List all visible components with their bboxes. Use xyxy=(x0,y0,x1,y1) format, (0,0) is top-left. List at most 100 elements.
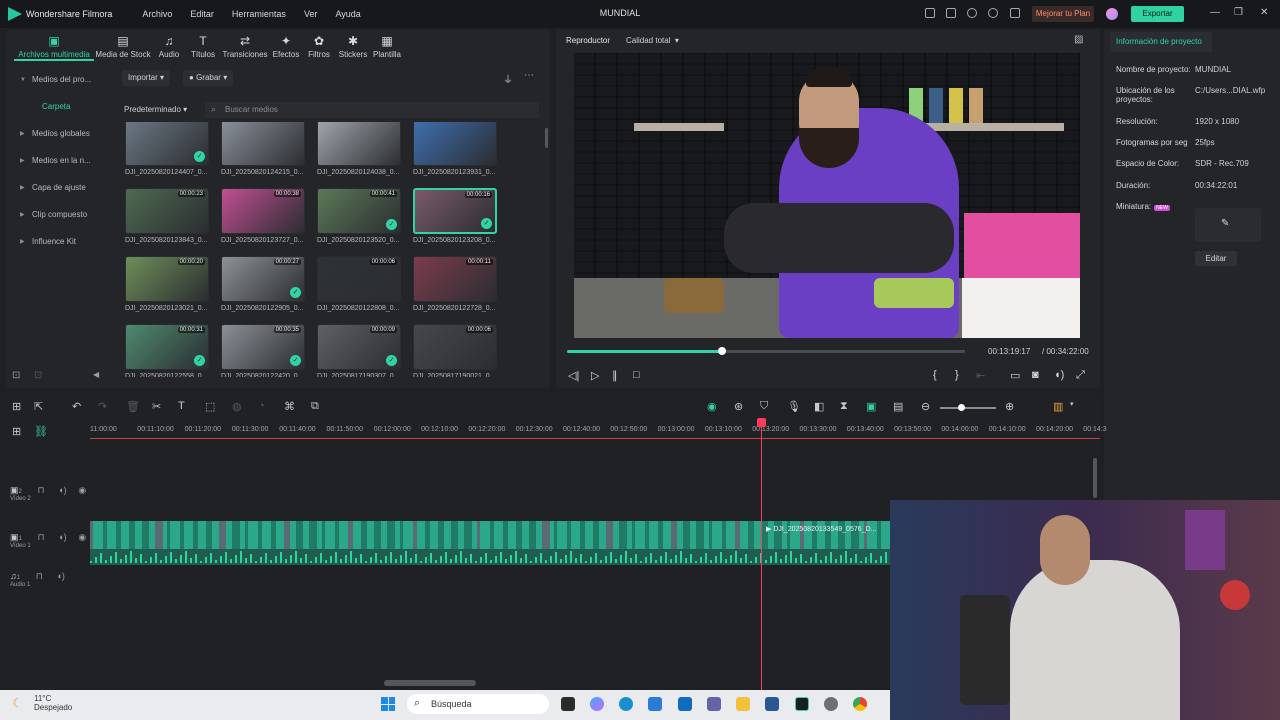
volume-icon[interactable]: ◖) xyxy=(1054,369,1064,381)
insert-icon[interactable]: ⇤ xyxy=(976,369,985,382)
sidebar-item-capa-ajuste[interactable]: ▶ Capa de ajuste xyxy=(12,176,102,203)
video-clip[interactable] xyxy=(386,521,395,549)
render-icon[interactable]: ◉ xyxy=(707,400,717,413)
record-button[interactable]: ● Grabar ▾ xyxy=(183,70,234,86)
video-clip[interactable] xyxy=(167,521,171,549)
media-thumbnail[interactable]: 00:00:06 DJI_20250820122808_0... xyxy=(317,256,401,312)
video-clip[interactable] xyxy=(128,521,135,549)
track-layout-icon[interactable]: ▥ xyxy=(1053,400,1063,413)
video-clip[interactable] xyxy=(554,521,558,549)
sidebar-item-clip-compuesto[interactable]: ▶ Clip compuesto xyxy=(12,203,102,230)
import-button[interactable]: Importar ▾ xyxy=(122,70,171,86)
media-thumbnail[interactable]: 00:00:31 ✓ DJI_20250820122558_0... xyxy=(125,324,209,377)
crop-icon[interactable]: ⬚ xyxy=(205,400,215,413)
play-icon[interactable]: ▷ xyxy=(591,369,599,382)
tab-titulos[interactable]: T Títulos xyxy=(186,32,220,61)
media-thumbnail[interactable]: 00:00:35 ✓ DJI_20250820122420_0... xyxy=(221,324,305,377)
video-clip[interactable] xyxy=(657,521,663,549)
cloud-icon[interactable] xyxy=(967,8,977,18)
save-icon[interactable] xyxy=(946,8,956,18)
video-clip[interactable] xyxy=(670,521,677,549)
video-clip[interactable] xyxy=(696,521,705,549)
video-clip[interactable] xyxy=(322,521,326,549)
video-clip[interactable] xyxy=(373,521,381,549)
mic-icon[interactable]: 🎙 xyxy=(787,400,801,413)
mute-icon[interactable]: ◖) xyxy=(58,532,66,542)
filmora-taskbar-icon[interactable] xyxy=(795,697,809,711)
support-icon[interactable] xyxy=(988,8,998,18)
avatar[interactable] xyxy=(1106,8,1118,20)
export-button[interactable]: Exportar xyxy=(1131,6,1184,22)
windows-start-icon[interactable] xyxy=(381,697,395,711)
chevron-down-icon[interactable]: ▾ xyxy=(1070,400,1074,408)
apps-icon[interactable] xyxy=(1010,8,1020,18)
store-icon[interactable] xyxy=(648,697,662,711)
zoom-in-icon[interactable]: ⊕ xyxy=(1005,400,1014,413)
teams-icon[interactable] xyxy=(707,697,721,711)
sidebar-item-medios-nube[interactable]: ▶ Medios en la n... xyxy=(12,149,102,176)
video-clip[interactable] xyxy=(747,521,754,549)
color-icon[interactable]: ◍ xyxy=(232,400,242,413)
playhead[interactable] xyxy=(761,420,762,690)
mute-icon[interactable]: ◖) xyxy=(58,485,66,495)
auto-icon[interactable]: ▣ xyxy=(866,400,876,413)
playhead-handle[interactable] xyxy=(757,418,766,427)
more-icon[interactable]: ⋯ xyxy=(524,70,534,81)
media-scrollbar[interactable] xyxy=(545,128,548,148)
voiceover-icon[interactable]: ◧ xyxy=(814,400,824,413)
video-preview[interactable] xyxy=(574,53,1080,338)
eye-icon[interactable]: ◉ xyxy=(78,485,86,495)
video-clip[interactable] xyxy=(425,521,431,549)
video-clip[interactable] xyxy=(515,521,522,549)
link-icon[interactable]: ⛓ xyxy=(34,425,48,438)
video-clip[interactable] xyxy=(90,521,93,549)
video-clip[interactable] xyxy=(270,521,276,549)
video-clip[interactable] xyxy=(348,521,353,549)
video-clip[interactable] xyxy=(399,521,403,549)
snap-icon[interactable]: ⊛ xyxy=(734,400,743,413)
layout-grid-icon[interactable]: ⊞ xyxy=(12,400,21,413)
video-clip[interactable] xyxy=(722,521,727,549)
menu-ayuda[interactable]: Ayuda xyxy=(335,9,360,19)
zoom-out-icon[interactable]: ⊖ xyxy=(921,400,930,413)
undo-icon[interactable]: ↶ xyxy=(72,400,81,413)
maximize-icon[interactable]: ❐ xyxy=(1234,7,1243,18)
folder-icon[interactable]: ⊡ xyxy=(34,370,42,381)
menu-ver[interactable]: Ver xyxy=(304,9,318,19)
settings-icon[interactable] xyxy=(824,697,838,711)
multicam-icon[interactable]: ⧉ xyxy=(311,400,319,413)
fullscreen-icon[interactable]: ⤢ xyxy=(1076,369,1085,382)
weather-widget[interactable]: ☾ 11°C Despejado xyxy=(12,694,72,712)
video-clip[interactable] xyxy=(489,521,494,549)
media-thumbnail[interactable]: 00:00:06 DJI_20250817190021_0... xyxy=(413,324,497,377)
zoom-slider[interactable] xyxy=(940,407,996,409)
minimize-icon[interactable]: — xyxy=(1210,7,1220,18)
tab-reproductor[interactable]: Reproductor xyxy=(566,36,610,45)
video-clip[interactable] xyxy=(283,521,290,549)
sidebar-item-influence-kit[interactable]: ▶ Influence Kit xyxy=(12,230,102,257)
video-clip[interactable] xyxy=(876,521,881,549)
edit-thumbnail-icon[interactable]: ✎ xyxy=(1221,218,1229,229)
edge-icon[interactable] xyxy=(619,697,633,711)
video-clip[interactable] xyxy=(180,521,185,549)
video-clip[interactable] xyxy=(193,521,199,549)
audio-waveform[interactable] xyxy=(90,549,890,565)
tab-audio[interactable]: ♫ Audio xyxy=(152,32,186,61)
taskbar-search[interactable]: Búsqueda xyxy=(407,694,549,714)
text-tool-icon[interactable]: T xyxy=(178,400,185,412)
video-clip[interactable] xyxy=(618,521,627,549)
video-clip[interactable] xyxy=(219,521,226,549)
mark-out-icon[interactable]: } xyxy=(955,369,959,381)
upgrade-button[interactable]: Mejorar tu Plan xyxy=(1032,6,1094,22)
media-thumbnail[interactable]: 00:00:20 DJI_20250820123021_0... xyxy=(125,256,209,312)
media-thumbnail[interactable]: DJI_20250820124215_0... xyxy=(221,122,305,176)
video-clip[interactable] xyxy=(244,521,248,549)
layout-icon[interactable] xyxy=(925,8,935,18)
tab-filtros[interactable]: ✿ Filtros xyxy=(302,32,336,61)
media-thumbnail[interactable]: DJI_20250820124038_0... xyxy=(317,122,401,176)
video-clip[interactable] xyxy=(231,521,240,549)
video-clip[interactable] xyxy=(631,521,635,549)
sort-dropdown[interactable]: Predeterminado ▾ xyxy=(124,105,187,114)
video-clip[interactable] xyxy=(580,521,586,549)
sidebar-item-medios-globales[interactable]: ▶ Medios globales xyxy=(12,122,102,149)
